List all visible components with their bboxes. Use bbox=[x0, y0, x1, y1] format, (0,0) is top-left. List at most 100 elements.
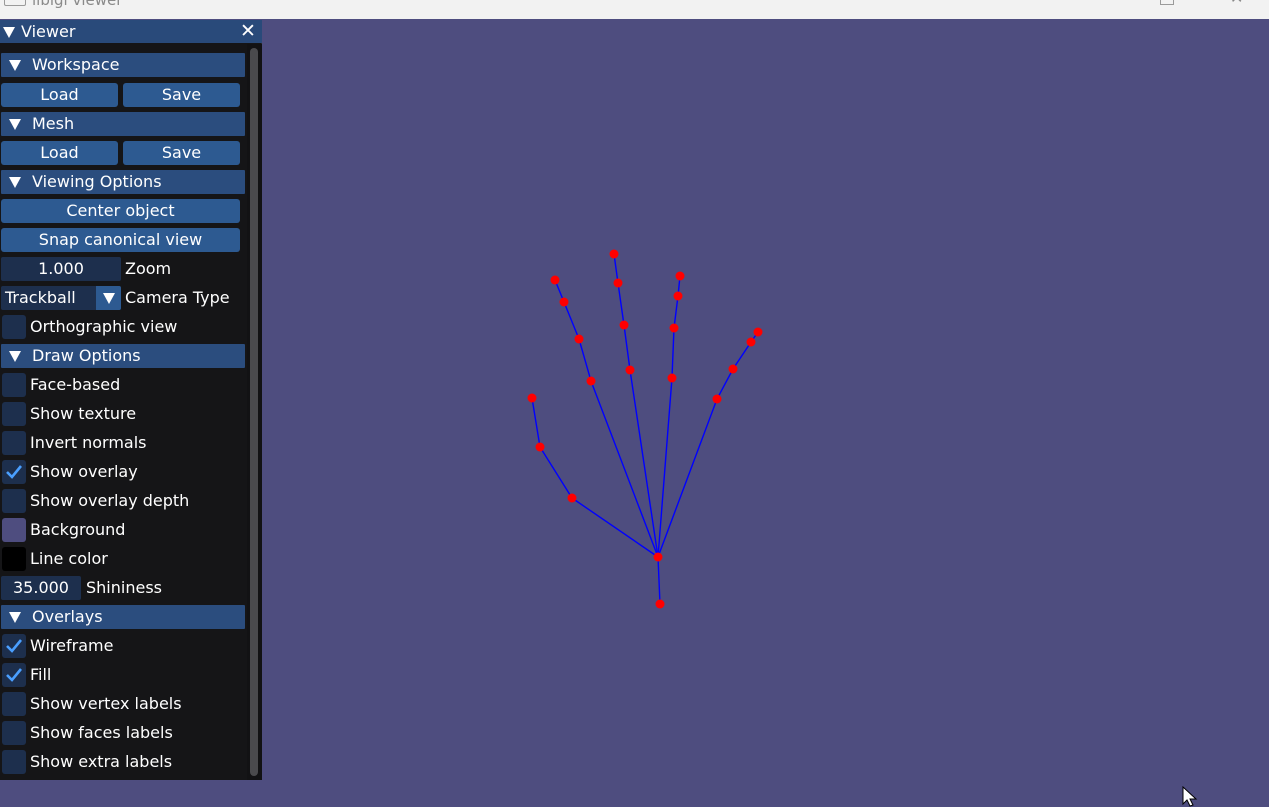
checkbox-label: Face-based bbox=[30, 375, 121, 394]
section-label: Workspace bbox=[32, 55, 120, 74]
wireframe-checkbox[interactable] bbox=[2, 634, 26, 658]
skeleton-joint bbox=[535, 442, 545, 452]
section-label: Overlays bbox=[32, 607, 103, 626]
window-titlebar: libigl viewer ✕ bbox=[0, 0, 1269, 20]
show-extra-labels-checkbox-row[interactable]: Show extra labels bbox=[1, 749, 245, 774]
skeleton-joint bbox=[625, 365, 635, 375]
show-texture-checkbox-row[interactable]: Show texture bbox=[1, 401, 245, 426]
color-label: Line color bbox=[30, 549, 108, 568]
checkbox-label: Show extra labels bbox=[30, 752, 173, 771]
window-close-icon[interactable]: ✕ bbox=[1230, 0, 1243, 6]
mesh-save-button[interactable]: Save bbox=[123, 141, 240, 165]
orthographic-view-checkbox-row[interactable]: Orthographic view bbox=[1, 314, 245, 339]
checkbox-label: Show overlay bbox=[30, 462, 138, 481]
skeleton-joint bbox=[712, 394, 722, 404]
invert-normals-checkbox-row[interactable]: Invert normals bbox=[1, 430, 245, 455]
camera-type-value: Trackball bbox=[5, 288, 76, 307]
skeleton-edge bbox=[531, 397, 659, 558]
workspace-save-button[interactable]: Save bbox=[123, 83, 240, 107]
checkmark-icon bbox=[6, 668, 23, 682]
skeleton-edge bbox=[657, 275, 681, 558]
skeleton-joint bbox=[619, 320, 629, 330]
triangle-down-icon bbox=[9, 177, 21, 188]
section-overlays[interactable]: Overlays bbox=[1, 605, 245, 629]
mesh-load-button[interactable]: Load bbox=[1, 141, 118, 165]
show-faces-labels-checkbox-row[interactable]: Show faces labels bbox=[1, 720, 245, 745]
panel-scrollbar[interactable] bbox=[247, 44, 262, 780]
orthographic-view-checkbox[interactable] bbox=[2, 315, 26, 339]
line-color-row[interactable]: Line color bbox=[1, 546, 245, 571]
checkbox-label: Orthographic view bbox=[30, 317, 178, 336]
checkbox-label: Show overlay depth bbox=[30, 491, 190, 510]
checkbox-label: Show vertex labels bbox=[30, 694, 182, 713]
show-extra-labels-checkbox[interactable] bbox=[2, 750, 26, 774]
checkbox-label: Fill bbox=[30, 665, 52, 684]
checkbox-label: Wireframe bbox=[30, 636, 114, 655]
wireframe-checkbox-row[interactable]: Wireframe bbox=[1, 633, 245, 658]
skeleton-edge bbox=[657, 556, 661, 605]
panel-titlebar[interactable]: Viewer ✕ bbox=[0, 20, 262, 43]
triangle-down-icon bbox=[9, 60, 21, 71]
skeleton-joint bbox=[609, 249, 619, 259]
face-based-checkbox[interactable] bbox=[2, 373, 26, 397]
fill-checkbox[interactable] bbox=[2, 663, 26, 687]
skeleton-joint bbox=[728, 364, 738, 374]
show-vertex-labels-checkbox[interactable] bbox=[2, 692, 26, 716]
section-viewing-options[interactable]: Viewing Options bbox=[1, 170, 245, 194]
close-icon[interactable]: ✕ bbox=[240, 20, 256, 42]
camera-type-select[interactable]: Trackball bbox=[1, 286, 121, 310]
skeleton-joint bbox=[653, 552, 663, 562]
triangle-down-icon bbox=[9, 612, 21, 623]
background-color-row[interactable]: Background bbox=[1, 517, 245, 542]
zoom-label: Zoom bbox=[125, 259, 172, 278]
skeleton-edge bbox=[613, 253, 659, 558]
skeleton-joint bbox=[667, 373, 677, 383]
section-workspace[interactable]: Workspace bbox=[1, 53, 245, 77]
face-based-checkbox-row[interactable]: Face-based bbox=[1, 372, 245, 397]
show-overlay-checkbox-row[interactable]: Show overlay bbox=[1, 459, 245, 484]
workspace-load-button[interactable]: Load bbox=[1, 83, 118, 107]
snap-canonical-view-button[interactable]: Snap canonical view bbox=[1, 228, 240, 252]
background-color-swatch[interactable] bbox=[2, 518, 26, 542]
show-texture-checkbox[interactable] bbox=[2, 402, 26, 426]
skeleton-joint bbox=[655, 599, 665, 609]
checkbox-label: Show texture bbox=[30, 404, 137, 423]
dropdown-button[interactable] bbox=[96, 286, 121, 310]
skeleton-joints bbox=[527, 249, 763, 609]
shininess-input[interactable]: 35.000 bbox=[1, 576, 81, 600]
skeleton-joint bbox=[586, 376, 596, 386]
section-label: Draw Options bbox=[32, 346, 141, 365]
skeleton-joint bbox=[673, 291, 683, 301]
skeleton-joint bbox=[675, 271, 685, 281]
section-label: Viewing Options bbox=[32, 172, 162, 191]
center-object-button[interactable]: Center object bbox=[1, 199, 240, 223]
mouse-pointer-icon bbox=[1182, 786, 1198, 807]
skeleton-joint bbox=[746, 337, 756, 347]
scrollbar-thumb[interactable] bbox=[250, 48, 258, 776]
section-draw-options[interactable]: Draw Options bbox=[1, 344, 245, 368]
triangle-down-icon bbox=[9, 119, 21, 130]
skeleton-joint bbox=[550, 275, 560, 285]
zoom-input[interactable]: 1.000 bbox=[1, 257, 121, 281]
chevron-down-icon bbox=[103, 293, 115, 304]
section-mesh[interactable]: Mesh bbox=[1, 112, 245, 136]
line-color-swatch[interactable] bbox=[2, 547, 26, 571]
section-label: Mesh bbox=[32, 114, 75, 133]
skeleton-joint bbox=[574, 334, 584, 344]
checkbox-label: Invert normals bbox=[30, 433, 147, 452]
checkmark-icon bbox=[6, 465, 23, 479]
color-label: Background bbox=[30, 520, 126, 539]
camera-type-label: Camera Type bbox=[125, 288, 230, 307]
triangle-down-icon[interactable] bbox=[3, 27, 15, 38]
show-overlay-depth-checkbox[interactable] bbox=[2, 489, 26, 513]
fill-checkbox-row[interactable]: Fill bbox=[1, 662, 245, 687]
show-overlay-checkbox[interactable] bbox=[2, 460, 26, 484]
skeleton-joint bbox=[669, 323, 679, 333]
viewer-panel: Viewer ✕ Workspace Load Save Mesh Load S… bbox=[0, 20, 262, 780]
maximize-icon[interactable] bbox=[1160, 0, 1174, 5]
invert-normals-checkbox[interactable] bbox=[2, 431, 26, 455]
show-faces-labels-checkbox[interactable] bbox=[2, 721, 26, 745]
show-vertex-labels-checkbox-row[interactable]: Show vertex labels bbox=[1, 691, 245, 716]
show-overlay-depth-checkbox-row[interactable]: Show overlay depth bbox=[1, 488, 245, 513]
window-title: libigl viewer bbox=[32, 0, 123, 9]
